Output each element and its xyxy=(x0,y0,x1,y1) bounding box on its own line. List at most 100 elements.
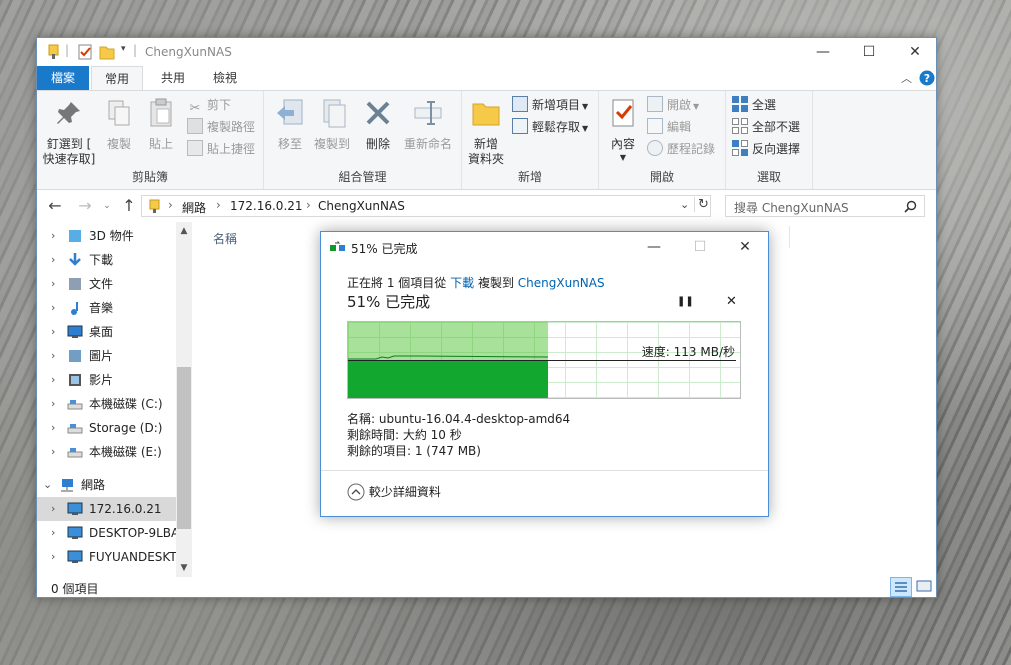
search-placeholder: 搜尋 ChengXunNAS xyxy=(734,201,849,215)
file-name: 名稱: ubuntu-16.04.4-desktop-amd64 xyxy=(347,412,571,426)
less-details-button[interactable]: 較少詳細資料 xyxy=(347,483,441,501)
maximize-button[interactable]: ☐ xyxy=(846,38,892,66)
close-button[interactable]: ✕ xyxy=(892,38,938,66)
rename-button[interactable]: 重新命名 xyxy=(400,97,456,152)
up-button[interactable]: ↑ xyxy=(119,197,139,215)
dialog-close-button[interactable]: ✕ xyxy=(722,232,768,262)
paste-button[interactable]: 貼上 xyxy=(143,97,179,152)
collapsed-chevron-icon[interactable]: › xyxy=(51,545,55,569)
address-bar[interactable]: › 網路 › 172.16.0.21 › ChengXunNAS ⌄ ↻ xyxy=(141,195,711,217)
collapsed-chevron-icon[interactable]: › xyxy=(51,344,55,368)
select-none-icon xyxy=(732,118,748,134)
collapsed-chevron-icon[interactable]: › xyxy=(51,440,55,464)
edit-button[interactable]: 編輯 xyxy=(647,117,691,137)
breadcrumb-network[interactable]: 網路 xyxy=(182,199,206,216)
sidebar-item[interactable]: › 本機磁碟 (C:) xyxy=(37,392,177,416)
recent-locations-dropdown[interactable]: ⌄ xyxy=(97,197,117,215)
sidebar-scrollbar[interactable]: ▲ ▼ xyxy=(176,222,192,577)
copy-path-button[interactable]: 複製路徑 xyxy=(187,117,255,137)
collapsed-chevron-icon[interactable]: › xyxy=(51,320,55,344)
cancel-copy-button[interactable]: ✕ xyxy=(726,294,737,309)
forward-button[interactable]: → xyxy=(75,197,95,215)
invert-selection-icon xyxy=(732,140,748,156)
sidebar-item[interactable]: ⌄ 網路 xyxy=(37,473,177,497)
easy-access-button[interactable]: 輕鬆存取 ▼ xyxy=(512,117,588,137)
tab-share[interactable]: 共用 xyxy=(147,66,199,90)
history-button[interactable]: 歷程記錄 xyxy=(647,139,715,159)
search-box[interactable]: 搜尋 ChengXunNAS xyxy=(725,195,925,217)
sidebar-item[interactable]: › 下載 xyxy=(37,248,177,272)
tab-home[interactable]: 常用 xyxy=(91,66,143,90)
column-header-name[interactable]: 名稱 xyxy=(213,230,237,247)
copy-button[interactable]: 複製 xyxy=(101,97,137,152)
collapsed-chevron-icon[interactable]: › xyxy=(51,296,55,320)
large-icons-view-icon xyxy=(916,580,932,592)
open-button[interactable]: 開啟 ▼ xyxy=(647,95,699,115)
sidebar-item[interactable]: › 本機磁碟 (E:) xyxy=(37,440,177,464)
tab-file[interactable]: 檔案 xyxy=(37,66,89,90)
paste-shortcut-button[interactable]: 貼上捷徑 xyxy=(187,139,255,159)
properties-check-icon[interactable] xyxy=(77,44,93,60)
collapsed-chevron-icon[interactable]: › xyxy=(51,521,55,545)
minimize-button[interactable]: — xyxy=(800,38,846,66)
collapsed-chevron-icon[interactable]: › xyxy=(51,272,55,296)
scroll-down-arrow[interactable]: ▼ xyxy=(176,563,192,573)
sidebar-item[interactable]: › 圖片 xyxy=(37,344,177,368)
sidebar-item[interactable]: › 桌面 xyxy=(37,320,177,344)
expanded-chevron-icon[interactable]: ⌄ xyxy=(43,473,52,497)
collapsed-chevron-icon[interactable]: › xyxy=(51,392,55,416)
collapse-ribbon-icon[interactable]: ︿ xyxy=(901,70,912,86)
dialog-maximize-button[interactable]: ☐ xyxy=(677,232,723,262)
back-button[interactable]: ← xyxy=(45,197,65,215)
sidebar-item[interactable]: › 3D 物件 xyxy=(37,224,177,248)
new-group: 新增 資料夾 新增項目 ▼ 輕鬆存取 ▼ 新增 xyxy=(462,91,599,189)
sidebar-item[interactable]: › 音樂 xyxy=(37,296,177,320)
sidebar-item-label: 文件 xyxy=(89,277,114,291)
organize-group-label: 組合管理 xyxy=(338,170,387,184)
tab-view[interactable]: 檢視 xyxy=(199,66,251,90)
delete-button[interactable]: 刪除 xyxy=(360,97,396,152)
address-dropdown-icon[interactable]: ⌄ xyxy=(680,198,689,211)
source-link[interactable]: 下載 xyxy=(450,276,474,290)
refresh-icon[interactable]: ↻ xyxy=(694,197,709,212)
percent-heading: 51% 已完成 xyxy=(347,293,431,311)
dialog-title: 51% 已完成 xyxy=(351,242,418,256)
properties-button[interactable]: 內容 ▼ xyxy=(605,97,641,165)
new-folder-quick-icon[interactable] xyxy=(99,44,115,60)
sidebar-item[interactable]: › DESKTOP-9LBA xyxy=(37,521,177,545)
properties-quick-icon[interactable] xyxy=(47,44,61,60)
sidebar-item[interactable]: › 影片 xyxy=(37,368,177,392)
collapsed-chevron-icon[interactable]: › xyxy=(51,497,55,521)
new-folder-button[interactable]: 新增 資料夾 xyxy=(466,97,506,167)
collapsed-chevron-icon[interactable]: › xyxy=(51,224,55,248)
collapsed-chevron-icon[interactable]: › xyxy=(51,368,55,392)
copy-to-button[interactable]: 複製到 xyxy=(312,97,352,152)
scroll-up-arrow[interactable]: ▲ xyxy=(176,226,192,236)
sidebar-item[interactable]: › 文件 xyxy=(37,272,177,296)
customize-qa-dropdown[interactable]: ▾ xyxy=(121,44,126,54)
details-view-button[interactable] xyxy=(890,577,912,597)
breadcrumb-folder[interactable]: ChengXunNAS xyxy=(318,199,405,213)
large-icons-view-button[interactable] xyxy=(914,577,934,597)
collapsed-chevron-icon[interactable]: › xyxy=(51,416,55,440)
sidebar-item[interactable]: › FUYUANDESKT xyxy=(37,545,177,569)
select-none-button[interactable]: 全部不選 xyxy=(732,117,800,137)
chevron-up-circle-icon xyxy=(347,483,365,501)
sidebar-item[interactable]: › Storage (D:) xyxy=(37,416,177,440)
scroll-thumb[interactable] xyxy=(177,367,191,529)
move-to-button[interactable]: 移至 xyxy=(270,97,310,152)
collapsed-chevron-icon[interactable]: › xyxy=(51,248,55,272)
invert-selection-button[interactable]: 反向選擇 xyxy=(732,139,800,159)
cut-button[interactable]: ✂ 剪下 xyxy=(187,95,231,116)
new-item-button[interactable]: 新增項目 ▼ xyxy=(512,95,588,115)
pause-button[interactable]: ❚❚ xyxy=(677,296,694,307)
easy-access-label: 輕鬆存取 xyxy=(532,120,581,134)
help-icon[interactable]: ? xyxy=(919,70,935,86)
breadcrumb-ip[interactable]: 172.16.0.21 xyxy=(230,199,303,213)
destination-link[interactable]: ChengXunNAS xyxy=(518,276,605,290)
dialog-minimize-button[interactable]: — xyxy=(631,232,677,262)
pin-quick-access-button[interactable]: 釘選到 [ 快速存取] xyxy=(41,97,97,167)
less-details-label: 較少詳細資料 xyxy=(368,485,441,499)
select-all-button[interactable]: 全選 xyxy=(732,95,776,115)
sidebar-item[interactable]: › 172.16.0.21 xyxy=(37,497,177,521)
